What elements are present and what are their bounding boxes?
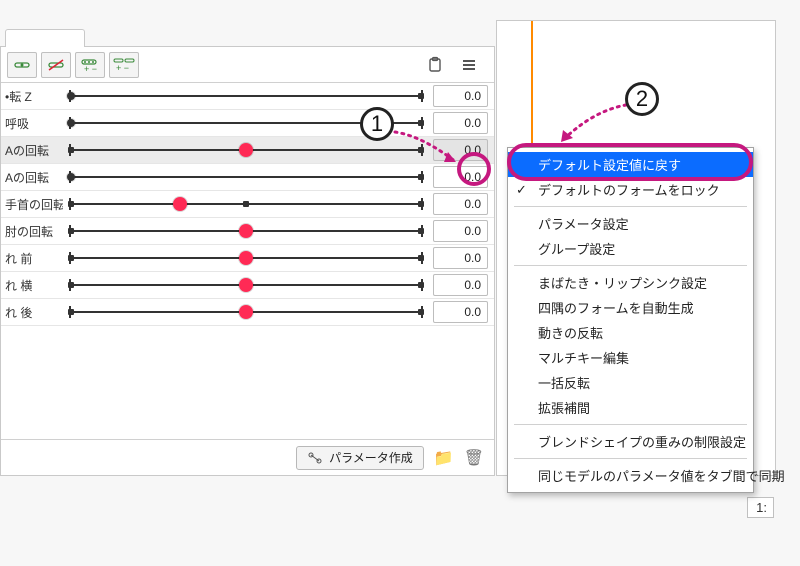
param-label: Aの回転: [1, 169, 63, 186]
param-row[interactable]: れ 後 0.0: [1, 299, 494, 326]
zoom-indicator[interactable]: 1:: [747, 497, 774, 518]
svg-text:+ −: + −: [84, 64, 97, 73]
menu-item[interactable]: マルチキー編集: [508, 345, 753, 370]
param-value[interactable]: 0.0: [433, 301, 488, 323]
param-value[interactable]: 0.0: [433, 85, 488, 107]
parameter-rows: •転 Z0.0呼吸0.0Aの回転0.0Aの回転0.0手首の回転0.0肘の回転0.…: [1, 83, 494, 439]
panel-tab[interactable]: [5, 29, 85, 47]
param-label: れ 横: [1, 277, 63, 294]
menu-item[interactable]: まばたき・リップシンク設定: [508, 270, 753, 295]
annotation-number-2: 2: [625, 82, 659, 116]
annotation-number-1: 1: [360, 107, 394, 141]
param-slider[interactable]: [63, 218, 429, 244]
param-label: 手首の回転: [1, 196, 63, 213]
tab-strip: [5, 29, 85, 47]
menu-item-label: ブレンドシェイプの重みの制限設定: [538, 432, 746, 451]
param-value[interactable]: 0.0: [433, 112, 488, 134]
menu-item[interactable]: 四隅のフォームを自動生成: [508, 295, 753, 320]
toolbar-keys-add-icon[interactable]: + −: [75, 52, 105, 78]
menu-item-label: まばたき・リップシンク設定: [538, 273, 707, 292]
param-slider[interactable]: [63, 272, 429, 298]
menu-separator: [514, 206, 747, 207]
param-label: 肘の回転: [1, 223, 63, 240]
clipboard-icon[interactable]: [420, 52, 450, 78]
annotation-ring-2: [507, 143, 753, 181]
menu-item[interactable]: 動きの反転: [508, 320, 753, 345]
param-row[interactable]: 手首の回転 0.0: [1, 191, 494, 218]
toolbar-keys-disable-icon[interactable]: [41, 52, 71, 78]
menu-item[interactable]: パラメータ設定: [508, 211, 753, 236]
menu-item-label: 動きの反転: [538, 323, 603, 342]
menu-item-label: 拡張補間: [538, 398, 590, 417]
param-label: Aの回転: [1, 142, 63, 159]
menu-item-label: 一括反転: [538, 373, 590, 392]
param-label: 呼吸: [1, 115, 63, 132]
menu-item-label: 同じモデルのパラメータ値をタブ間で同期: [538, 466, 785, 485]
param-slider[interactable]: [63, 299, 429, 325]
param-slider[interactable]: [63, 83, 429, 109]
param-row[interactable]: れ 横 0.0: [1, 272, 494, 299]
parameter-panel: + − + − •転 Z0.0呼吸0.0Aの回転0.0Aの回転0.0手首の回転0…: [0, 46, 495, 476]
param-slider[interactable]: [63, 245, 429, 271]
hamburger-menu-icon[interactable]: [454, 52, 484, 78]
menu-item-label: パラメータ設定: [538, 214, 629, 233]
menu-item[interactable]: グループ設定: [508, 236, 753, 261]
param-row[interactable]: 呼吸 0.0: [1, 110, 494, 137]
param-row[interactable]: Aの回転0.0: [1, 137, 494, 164]
param-value[interactable]: 0.0: [433, 193, 488, 215]
menu-item-label: グループ設定: [538, 239, 615, 258]
menu-item-label: 四隅のフォームを自動生成: [538, 298, 694, 317]
menu-separator: [514, 458, 747, 459]
panel-bottom-bar: パラメータ作成 📁 🗑: [1, 439, 494, 475]
toolbar-keys-link-icon[interactable]: + −: [109, 52, 139, 78]
create-parameter-label: パラメータ作成: [329, 449, 413, 466]
delete-icon[interactable]: 🗑: [464, 448, 484, 468]
param-row[interactable]: れ 前 0.0: [1, 245, 494, 272]
menu-separator: [514, 424, 747, 425]
param-row[interactable]: •転 Z 0.0: [1, 83, 494, 110]
param-value[interactable]: 0.0: [433, 274, 488, 296]
menu-item-label: デフォルトのフォームをロック: [538, 180, 720, 199]
menu-item[interactable]: ブレンドシェイプの重みの制限設定: [508, 429, 753, 454]
check-icon: ✓: [516, 182, 527, 198]
create-parameter-icon: [307, 451, 323, 465]
context-menu: デフォルト設定値に戻す✓デフォルトのフォームをロックパラメータ設定グループ設定ま…: [507, 147, 754, 493]
menu-item-label: マルチキー編集: [538, 348, 629, 367]
menu-separator: [514, 265, 747, 266]
param-row[interactable]: 肘の回転 0.0: [1, 218, 494, 245]
param-value[interactable]: 0.0: [433, 220, 488, 242]
param-label: •転 Z: [1, 88, 63, 105]
param-slider[interactable]: [63, 191, 429, 217]
param-slider[interactable]: [63, 164, 429, 190]
svg-text:+ −: + −: [116, 63, 129, 73]
new-folder-icon[interactable]: 📁: [434, 448, 454, 468]
param-label: れ 前: [1, 250, 63, 267]
toolbar-keys-single-icon[interactable]: [7, 52, 37, 78]
panel-toolbar: + − + −: [1, 47, 494, 83]
param-label: れ 後: [1, 304, 63, 321]
menu-item[interactable]: 一括反転: [508, 370, 753, 395]
menu-item[interactable]: 拡張補間: [508, 395, 753, 420]
param-row[interactable]: Aの回転0.0: [1, 164, 494, 191]
menu-item[interactable]: 同じモデルのパラメータ値をタブ間で同期: [508, 463, 753, 488]
param-value[interactable]: 0.0: [433, 247, 488, 269]
annotation-ring-1: [457, 152, 491, 186]
create-parameter-button[interactable]: パラメータ作成: [296, 446, 424, 470]
